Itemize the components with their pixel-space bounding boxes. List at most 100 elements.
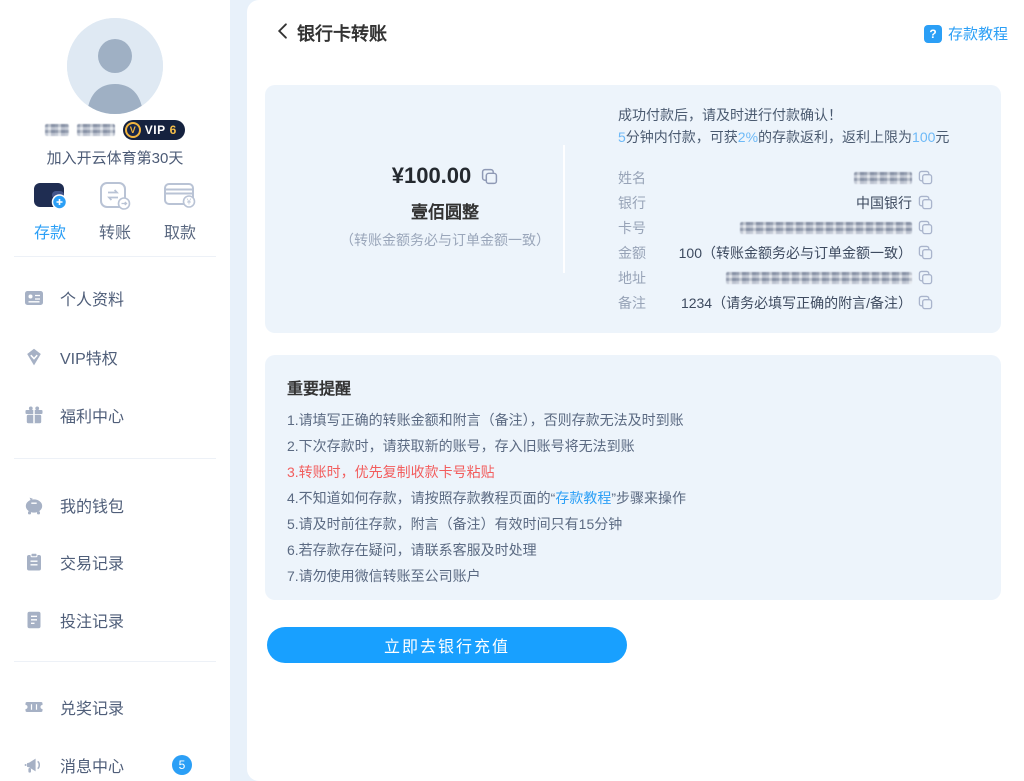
censored-username-part [77,124,115,136]
bank-detail-fields: 姓名 银行 中国银行 卡号 [618,165,933,315]
reminder-item: 2.下次存款时，请获取新的账号，存入旧账号将无法到账 [287,433,686,459]
go-to-bank-recharge-button[interactable]: 立即去银行充值 [267,627,627,663]
copy-icon [918,220,933,235]
reminder-list: 1.请填写正确的转账金额和附言（备注），否则存款无法及时到账 2.下次存款时，请… [287,407,686,589]
transfer-icon [99,180,131,210]
sidebar-item-messages[interactable]: 消息中心 5 [0,752,230,778]
divider [14,661,216,662]
back-button[interactable] [273,21,293,41]
field-label: 备注 [618,293,646,313]
field-value: 100（转账金额务必与订单金额一致） [679,243,912,263]
copy-card-number-button[interactable] [918,220,933,235]
sidebar-item-label: VIP特权 [60,345,118,369]
censored-value [740,222,912,234]
field-row-address: 地址 [618,265,933,290]
username-row: V VIP 6 [0,120,230,140]
main-content: 银行卡转账 ? 存款教程 ¥100.00 壹佰圆整 （转账金额务必与订单金额一致… [247,0,1024,781]
sidebar-item-label: 投注记录 [60,608,124,632]
withdraw-action-button[interactable]: ¥ 取款 [152,180,208,243]
copy-address-button[interactable] [918,270,933,285]
wallet-deposit-icon [33,180,67,210]
field-label: 金额 [618,243,646,263]
inline-tutorial-link[interactable]: 存款教程 [555,490,611,506]
reminder-item-text: ”步骤来操作 [611,490,686,506]
rebate-minutes: 5 [618,129,626,145]
reminder-item: 6.若存款存在疑问，请联系客服及时处理 [287,537,686,563]
tutorial-link-label: 存款教程 [948,23,1008,44]
sidebar-item-label: 消息中心 [60,753,124,777]
payment-info-panel: ¥100.00 壹佰圆整 （转账金额务必与订单金额一致） 成功付款后，请及时进行… [265,85,1001,333]
sidebar-item-redeem-records[interactable]: 兑奖记录 [0,694,230,720]
piggy-bank-icon [24,495,44,515]
reminder-item-warning: 3.转账时，优先复制收款卡号粘贴 [287,459,686,485]
copy-remark-button[interactable] [918,295,933,310]
important-reminder-panel: 重要提醒 1.请填写正确的转账金额和附言（备注），否则存款无法及时到账 2.下次… [265,355,1001,600]
deposit-tutorial-link[interactable]: ? 存款教程 [924,23,1008,44]
sidebar-item-wallet[interactable]: 我的钱包 [0,492,230,518]
vip-badge-level: 6 [170,123,177,137]
copy-icon [918,270,933,285]
sidebar-item-transactions[interactable]: 交易记录 [0,549,230,575]
deposit-action-button[interactable]: 存款 [22,180,78,243]
sidebar-item-label: 兑奖记录 [60,695,124,719]
vip-emblem-icon: V [125,122,141,138]
megaphone-icon [24,755,44,775]
reminder-item: 7.请勿使用微信转账至公司账户 [287,563,686,589]
app-root: V VIP 6 加入开云体育第30天 存款 [0,0,1024,781]
copy-icon [918,245,933,260]
rebate-percent: 2% [738,129,758,145]
confirm-instruction: 成功付款后，请及时进行付款确认！ [618,104,949,126]
copy-bank-button[interactable] [918,195,933,210]
censored-value [726,272,912,284]
field-value: 中国银行 [856,193,912,213]
rebate-text: 分钟内付款，可获 [626,129,738,145]
message-count-badge: 5 [172,755,192,775]
reminder-item: 1.请填写正确的转账金额和附言（备注），否则存款无法及时到账 [287,407,686,433]
sidebar-item-label: 个人资料 [60,286,124,310]
vip-gem-icon [24,347,44,367]
copy-icon [918,170,933,185]
copy-icon [918,195,933,210]
transfer-action-label: 转账 [99,219,131,243]
divider [14,458,216,459]
membership-duration-text: 加入开云体育第30天 [0,147,230,168]
field-row-name: 姓名 [618,165,933,190]
amount-note: （转账金额务必与订单金额一致） [285,230,605,250]
sidebar-item-vip[interactable]: VIP特权 [0,344,230,370]
reminder-item: 4.不知道如何存款，请按照存款教程页面的“存款教程”步骤来操作 [287,485,686,511]
sidebar-item-welfare[interactable]: 福利中心 [0,402,230,428]
vip-badge: V VIP 6 [123,120,186,140]
divider [14,256,216,257]
avatar [67,18,163,114]
wallet-actions: 存款 转账 ¥ 取款 [0,180,230,243]
copy-amount-button[interactable] [481,168,498,185]
transfer-action-button[interactable]: 转账 [87,180,143,243]
page-title: 银行卡转账 [297,20,387,46]
field-row-remark: 备注 1234（请务必填写正确的附言/备注） [618,290,933,315]
chevron-left-icon [273,21,293,41]
sidebar-item-betting-records[interactable]: 投注记录 [0,607,230,633]
transfer-amount: ¥100.00 [392,163,472,189]
deposit-action-label: 存款 [34,219,66,243]
field-row-card-number: 卡号 [618,215,933,240]
copy-icon [481,168,498,185]
sidebar-item-profile[interactable]: 个人资料 [0,285,230,311]
withdraw-card-icon: ¥ [163,180,197,210]
yuan-glyph: ¥ [186,197,192,206]
field-label: 卡号 [618,218,646,238]
field-label: 银行 [618,193,646,213]
reminder-item: 5.请及时前往存款，附言（备注）有效时间只有15分钟 [287,511,686,537]
avatar-placeholder-image [67,18,163,114]
vip-badge-text: VIP [145,123,166,137]
rebate-instruction: 5分钟内付款，可获2%的存款返利，返利上限为100元 [618,126,949,148]
censored-value [854,172,912,184]
copy-name-button[interactable] [918,170,933,185]
copy-amount-field-button[interactable] [918,245,933,260]
reminder-item-text: 4.不知道如何存款，请按照存款教程页面的“ [287,490,555,506]
field-value: 1234（请务必填写正确的附言/备注） [681,293,912,313]
censored-username-part [45,124,69,136]
field-row-bank: 银行 中国银行 [618,190,933,215]
betting-record-icon [24,610,44,630]
rebate-text: 元 [935,129,949,145]
sidebar-item-label: 我的钱包 [60,493,124,517]
